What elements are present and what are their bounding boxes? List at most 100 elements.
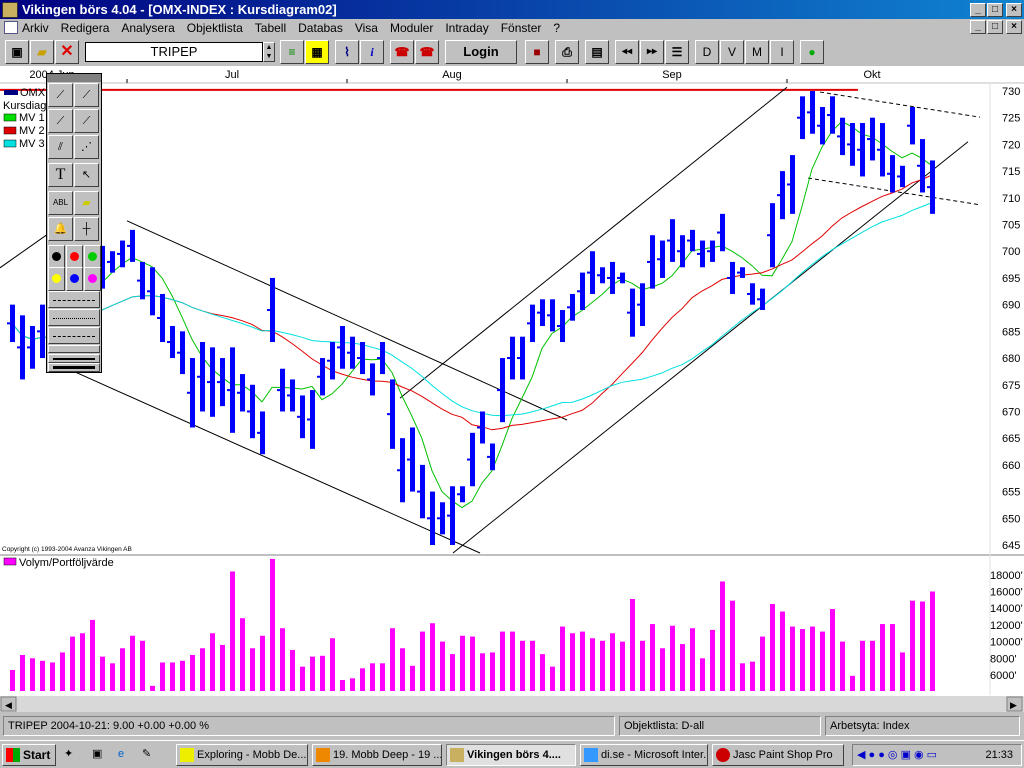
volume-bar xyxy=(920,601,925,691)
delete-icon[interactable]: ✕ xyxy=(55,40,79,64)
volume-bar xyxy=(30,658,35,691)
task-ie[interactable]: di.se - Microsoft Inter... xyxy=(580,744,708,766)
volume-bar xyxy=(670,625,675,691)
pointer-tool-icon[interactable]: ↖ xyxy=(74,163,99,187)
line-style-dashed[interactable] xyxy=(48,291,100,308)
price-bar xyxy=(440,502,445,535)
symbol-input[interactable]: TRIPEP xyxy=(85,42,263,62)
volume-tick-label: 6000' xyxy=(990,670,1017,682)
volume-bar xyxy=(110,663,115,691)
save-icon[interactable]: ▣ xyxy=(5,40,29,64)
list-icon[interactable]: ▦ xyxy=(305,40,329,64)
task-vikingen[interactable]: Vikingen börs 4.... xyxy=(446,744,576,766)
color-red[interactable] xyxy=(66,245,83,269)
volume-tick-label: 12000' xyxy=(990,620,1023,632)
symbol-spinner[interactable]: ▲ ▼ xyxy=(263,42,275,62)
child-close-button[interactable]: × xyxy=(1006,20,1022,34)
task-winamp[interactable]: 19. Mobb Deep - 19 ... xyxy=(312,744,442,766)
period-month-button[interactable]: M xyxy=(745,40,769,64)
volume-bar xyxy=(40,660,45,691)
x-tick-label: Aug xyxy=(442,69,462,81)
minimize-button[interactable]: _ xyxy=(970,2,986,17)
period-intraday-button[interactable]: I xyxy=(770,40,794,64)
toolbox-caption[interactable] xyxy=(47,74,101,82)
login-button[interactable]: Login xyxy=(445,40,517,64)
calculator-icon[interactable]: ▤ xyxy=(585,40,609,64)
fan-tool-icon[interactable]: ⋰ xyxy=(74,135,99,159)
horizontal-scrollbar[interactable] xyxy=(0,696,1024,712)
label-tool-icon[interactable]: ABL xyxy=(48,191,73,215)
volume-bar xyxy=(840,641,845,691)
line-2-1-tool-icon[interactable]: ⟋ xyxy=(74,83,99,107)
quicklaunch-desktop-icon[interactable]: ▣ xyxy=(92,744,110,766)
maximize-button[interactable]: □ xyxy=(987,2,1003,17)
period-week-button[interactable]: V xyxy=(720,40,744,64)
line-style-thin[interactable] xyxy=(48,345,100,353)
line-style-dashdot[interactable] xyxy=(48,327,100,344)
globe-icon[interactable]: ● xyxy=(800,40,824,64)
tray-icons[interactable]: ◀ ● ● ◎ ▣ ◉ ▭ xyxy=(853,745,937,765)
color-green[interactable] xyxy=(84,245,101,269)
menu-objektlista[interactable]: Objektlista xyxy=(187,21,243,35)
menu-databas[interactable]: Databas xyxy=(298,21,343,35)
volume-bar xyxy=(910,600,915,691)
line-style-dotted[interactable] xyxy=(48,309,100,326)
task-paintshop[interactable]: Jasc Paint Shop Pro xyxy=(712,744,844,766)
chart-icon[interactable]: ⌇ xyxy=(335,40,359,64)
quicklaunch-notepad-icon[interactable]: ✎ xyxy=(142,744,160,766)
menu-moduler[interactable]: Moduler xyxy=(390,21,433,35)
menu-fonster[interactable]: Fönster xyxy=(501,21,542,35)
color-magenta[interactable] xyxy=(84,267,101,291)
eraser-tool-icon[interactable]: ▰ xyxy=(74,191,99,215)
text-tool-icon[interactable]: T xyxy=(48,163,73,187)
x-tick-label: Sep xyxy=(662,69,682,81)
alarm-tool-icon[interactable]: 🔔 xyxy=(48,217,73,241)
menu-redigera[interactable]: Redigera xyxy=(61,21,110,35)
toolbar: ▣ ▰ ✕ TRIPEP ▲ ▼ ≡ ▦ ⌇ i ☎ ☎ Login ■ ⎙ ▤ … xyxy=(0,38,1024,66)
extended-line-tool-icon[interactable]: ⟋ xyxy=(74,109,99,133)
menu-analysera[interactable]: Analysera xyxy=(121,21,174,35)
price-bar xyxy=(890,155,895,193)
crosshair-tool-icon[interactable]: ┼ xyxy=(74,217,99,241)
quicklaunch-icon-1[interactable]: ✦ xyxy=(64,744,82,766)
price-bar xyxy=(10,304,15,343)
line-style-thick[interactable] xyxy=(48,363,100,372)
price-tick-label: 700 xyxy=(1002,246,1020,258)
split-window-icon[interactable]: ☰ xyxy=(665,40,689,64)
money-icon[interactable]: ≡ xyxy=(280,40,304,64)
menu-intraday[interactable]: Intraday xyxy=(445,21,488,35)
menu-arkiv[interactable]: Arkiv xyxy=(22,21,49,35)
price-bar xyxy=(560,309,565,343)
menu-help[interactable]: ? xyxy=(553,21,560,35)
phone-icon[interactable]: ☎ xyxy=(390,40,414,64)
document-icon[interactable] xyxy=(4,21,18,34)
close-button[interactable]: × xyxy=(1006,2,1022,17)
phone-lock-icon[interactable]: ☎ xyxy=(415,40,439,64)
period-day-button[interactable]: D xyxy=(695,40,719,64)
menu-tabell[interactable]: Tabell xyxy=(255,21,286,35)
color-yellow[interactable] xyxy=(48,267,65,291)
print-icon[interactable]: ⎙ xyxy=(555,40,579,64)
open-folder-icon[interactable]: ▰ xyxy=(30,40,54,64)
line-style-medium[interactable] xyxy=(48,354,100,363)
start-button[interactable]: Start xyxy=(2,744,56,766)
menu-visa[interactable]: Visa xyxy=(355,21,378,35)
line-1-2-tool-icon[interactable]: ⟋ xyxy=(48,109,73,133)
rewind-icon[interactable]: ◂◂ xyxy=(615,40,639,64)
task-exploring[interactable]: Exploring - Mobb De... xyxy=(176,744,308,766)
child-minimize-button[interactable]: _ xyxy=(970,20,986,34)
volume-bar xyxy=(540,654,545,691)
price-bar xyxy=(200,342,205,412)
line-tool-icon[interactable]: ⟋ xyxy=(48,83,73,107)
briefcase-icon[interactable]: ■ xyxy=(525,40,549,64)
volume-bar xyxy=(520,640,525,691)
volume-bar xyxy=(320,655,325,691)
color-black[interactable] xyxy=(48,245,65,269)
info-icon[interactable]: i xyxy=(360,40,384,64)
color-blue[interactable] xyxy=(66,267,83,291)
child-restore-button[interactable]: □ xyxy=(987,20,1003,34)
channel-tool-icon[interactable]: ⫽ xyxy=(48,135,73,159)
forward-icon[interactable]: ▸▸ xyxy=(640,40,664,64)
quicklaunch-ie-icon[interactable]: e xyxy=(118,744,136,766)
price-bar xyxy=(670,219,675,262)
